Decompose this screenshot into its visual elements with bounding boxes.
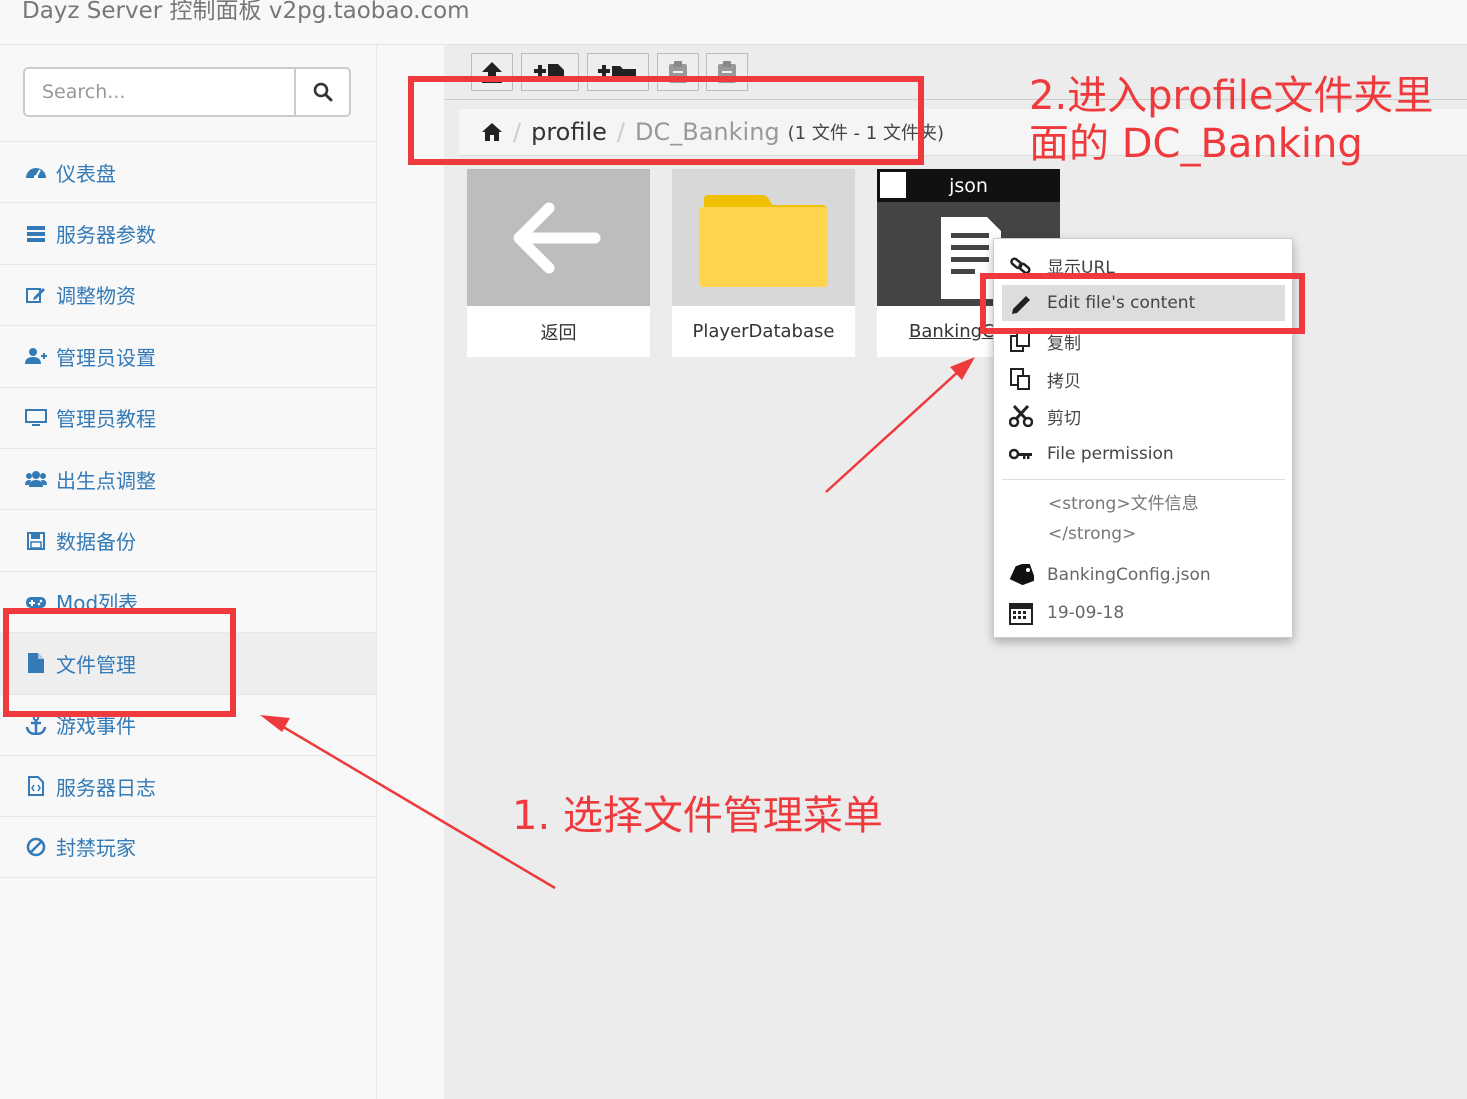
- arrow-line-to-file: [825, 369, 961, 493]
- annotation-arrows: [260, 357, 975, 890]
- arrow-line-to-menu: [279, 723, 556, 890]
